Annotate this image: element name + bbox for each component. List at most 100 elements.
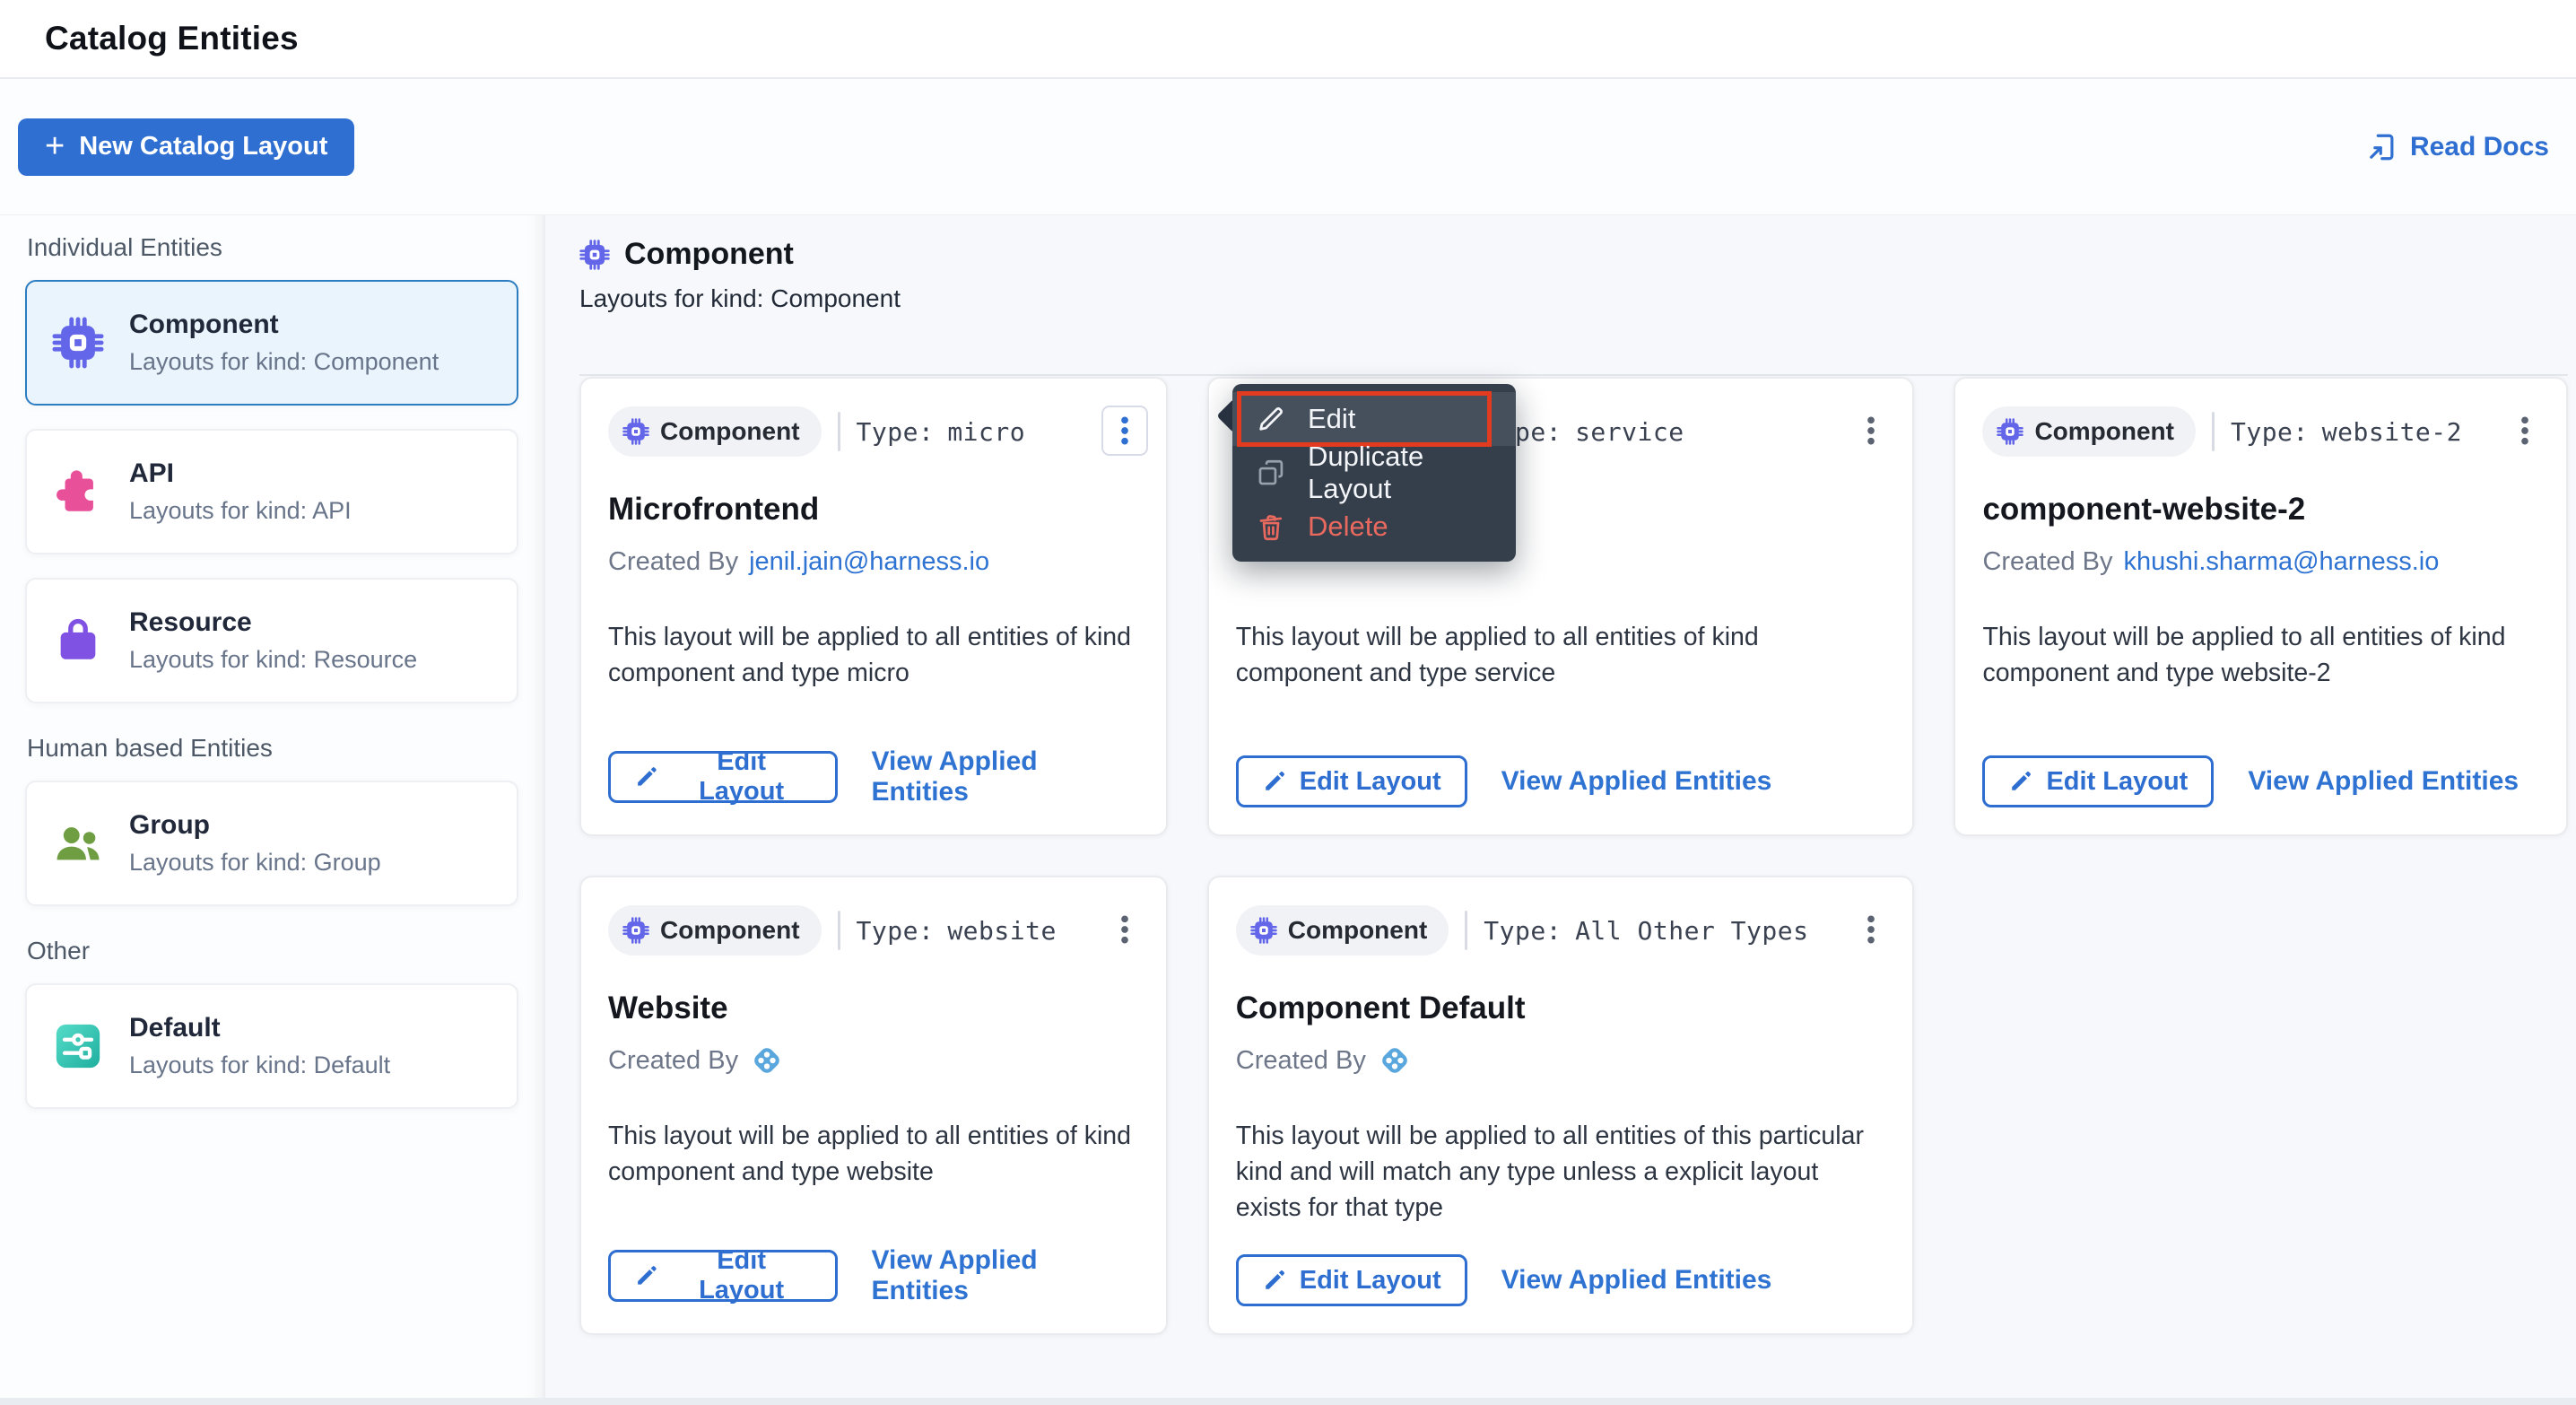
kind-badge: Component — [1982, 406, 2196, 457]
harness-logo-icon — [1377, 1043, 1413, 1078]
card-footer: Edit Layout View Applied Entities — [608, 1245, 1139, 1306]
layout-card-microfrontend: Component Type:micro Microfrontend Creat… — [579, 377, 1168, 836]
edit-layout-button[interactable]: Edit Layout — [1982, 755, 2214, 807]
card-description: This layout will be applied to all entit… — [1982, 619, 2539, 691]
created-by-row: Created By jenil.jain@harness.io — [608, 542, 1139, 581]
sidebar-item-subtitle: Layouts for kind: Component — [129, 348, 439, 376]
context-menu: Edit Duplicate Layout Delete — [1232, 384, 1516, 562]
card-description: This layout will be applied to all entit… — [1236, 1118, 1886, 1226]
kind-badge-label: Component — [1288, 916, 1428, 945]
card-title: Website — [608, 989, 1139, 1028]
created-by-row: Created By — [608, 1041, 1139, 1080]
type-label: Type:micro — [857, 417, 1026, 447]
sidebar-item-subtitle: Layouts for kind: Default — [129, 1052, 390, 1079]
main-subheading: Layouts for kind: Component — [579, 284, 2568, 313]
section-label: Individual Entities — [27, 233, 518, 262]
card-header: Component Type:micro — [608, 406, 1139, 458]
sidebar-item-subtitle: Layouts for kind: Group — [129, 849, 381, 877]
divider — [579, 374, 2568, 376]
pencil-icon — [634, 764, 659, 790]
view-applied-entities-link[interactable]: View Applied Entities — [2248, 766, 2519, 797]
kebab-menu-button[interactable] — [1848, 406, 1894, 456]
sidebar-item-group[interactable]: Group Layouts for kind: Group — [25, 781, 518, 906]
kind-badge-label: Component — [2034, 417, 2174, 446]
sidebar-item-subtitle: Layouts for kind: API — [129, 497, 352, 525]
layout-card-component-website-2: Component Type:website-2 component-websi… — [1954, 377, 2568, 836]
kebab-menu-button[interactable] — [1848, 904, 1894, 955]
layout-card-component-default: Component Type:All Other Types Component… — [1207, 876, 1915, 1335]
created-by-label: Created By — [608, 547, 738, 577]
menu-item-label: Delete — [1308, 511, 1388, 543]
sidebar-item-api[interactable]: API Layouts for kind: API — [25, 429, 518, 554]
kind-badge: Component — [608, 905, 822, 956]
view-applied-entities-link[interactable]: View Applied Entities — [872, 1245, 1139, 1306]
card-footer: Edit Layout View Applied Entities — [1982, 755, 2539, 807]
layout-card-website: Component Type:website Website Created B… — [579, 876, 1168, 1335]
edit-layout-button[interactable]: Edit Layout — [1236, 755, 1467, 807]
card-header: Component Type:website — [608, 904, 1139, 956]
sidebar-item-text: Group Layouts for kind: Group — [129, 810, 381, 877]
created-by-label: Created By — [1236, 1046, 1366, 1076]
creator-email-link[interactable]: jenil.jain@harness.io — [749, 547, 989, 577]
edit-layout-label: Edit Layout — [672, 747, 812, 807]
sidebar-section-individual: Individual Entities Component Layouts fo… — [25, 233, 518, 703]
created-by-row: Created By khushi.sharma@harness.io — [1982, 542, 2539, 581]
edit-layout-button[interactable]: Edit Layout — [608, 751, 838, 803]
sidebar-item-title: API — [129, 458, 352, 489]
sidebar-item-subtitle: Layouts for kind: Resource — [129, 646, 417, 674]
card-footer: Edit Layout View Applied Entities — [1236, 755, 1886, 807]
sidebar-item-component[interactable]: Component Layouts for kind: Component — [25, 280, 518, 406]
sidebar-item-default[interactable]: Default Layouts for kind: Default — [25, 983, 518, 1109]
chip-icon — [50, 317, 106, 369]
read-docs-label: Read Docs — [2410, 132, 2549, 162]
type-label: Type:website — [857, 916, 1057, 946]
view-applied-entities-link[interactable]: View Applied Entities — [1501, 766, 1772, 797]
divider — [838, 412, 840, 451]
context-menu-item-delete[interactable]: Delete — [1232, 500, 1516, 554]
main-content: Component Layouts for kind: Component Co… — [545, 215, 2576, 1398]
edit-layout-label: Edit Layout — [672, 1246, 812, 1305]
type-label: Type:website-2 — [2231, 417, 2462, 447]
edit-layout-label: Edit Layout — [1300, 1266, 1441, 1296]
creator-email-link[interactable]: khushi.sharma@harness.io — [2124, 547, 2440, 577]
duplicate-icon — [1256, 458, 1286, 488]
pencil-icon — [1262, 769, 1287, 794]
edit-layout-button[interactable]: Edit Layout — [608, 1250, 838, 1302]
context-menu-item-duplicate-layout[interactable]: Duplicate Layout — [1232, 446, 1516, 500]
card-footer: Edit Layout View Applied Entities — [1236, 1254, 1886, 1306]
sidebar-item-title: Resource — [129, 607, 417, 638]
layout-card-grid: Component Type:micro Microfrontend Creat… — [579, 377, 2568, 1335]
created-by-label: Created By — [1982, 547, 2112, 577]
divider — [838, 911, 840, 950]
section-label: Human based Entities — [27, 734, 518, 763]
card-description: This layout will be applied to all entit… — [608, 1118, 1139, 1190]
external-docs-icon — [2365, 131, 2398, 163]
sidebar-item-text: Resource Layouts for kind: Resource — [129, 607, 417, 674]
card-footer: Edit Layout View Applied Entities — [608, 746, 1139, 807]
catalog-entities-page: Catalog Entities + New Catalog Layout Re… — [0, 0, 2576, 1405]
menu-item-label: Duplicate Layout — [1308, 441, 1493, 505]
sidebar-item-text: API Layouts for kind: API — [129, 458, 352, 525]
main-heading-row: Component — [579, 237, 2568, 272]
sidebar-item-resource[interactable]: Resource Layouts for kind: Resource — [25, 578, 518, 703]
edit-layout-button[interactable]: Edit Layout — [1236, 1254, 1467, 1306]
view-applied-entities-link[interactable]: View Applied Entities — [872, 746, 1139, 807]
view-applied-entities-link[interactable]: View Applied Entities — [1501, 1265, 1772, 1296]
sidebar: Individual Entities Component Layouts fo… — [0, 215, 545, 1398]
kebab-menu-button[interactable] — [1101, 406, 1148, 456]
sidebar-section-human: Human based Entities Group Layouts for k… — [25, 734, 518, 906]
pencil-icon — [1262, 1268, 1287, 1293]
pencil-icon — [634, 1263, 659, 1288]
toolbar: + New Catalog Layout Read Docs — [0, 79, 2576, 215]
chip-icon — [1997, 418, 2023, 445]
type-label: Type:All Other Types — [1484, 916, 1808, 946]
card-description: This layout will be applied to all entit… — [1236, 619, 1886, 691]
context-menu-item-edit[interactable]: Edit — [1232, 392, 1516, 446]
kind-badge: Component — [608, 406, 822, 457]
kebab-menu-button[interactable] — [1101, 904, 1148, 955]
sidebar-item-title: Component — [129, 310, 439, 340]
read-docs-link[interactable]: Read Docs — [2365, 131, 2549, 163]
card-title: Component Default — [1236, 989, 1886, 1028]
kebab-menu-button[interactable] — [2502, 406, 2548, 456]
new-catalog-layout-button[interactable]: + New Catalog Layout — [18, 118, 354, 176]
